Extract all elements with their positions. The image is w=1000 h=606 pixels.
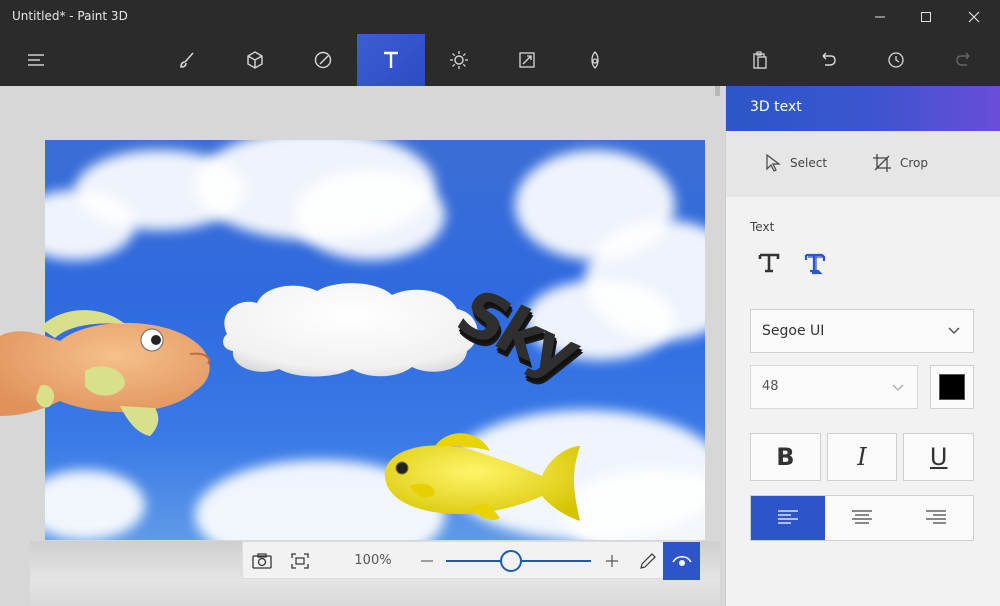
window-title: Untitled* - Paint 3D — [12, 9, 128, 23]
font-family-dropdown[interactable]: Segoe UI — [750, 309, 974, 353]
zoom-slider-remaining[interactable] — [511, 560, 591, 562]
fit-to-screen-button[interactable] — [281, 542, 319, 580]
2d-text-button[interactable] — [754, 248, 784, 278]
chevron-down-icon — [892, 384, 904, 391]
align-center-icon — [852, 510, 872, 524]
plus-icon — [606, 555, 618, 567]
tab-text[interactable] — [357, 34, 425, 86]
3d-cloud-object[interactable] — [217, 279, 482, 379]
eye-icon — [671, 556, 692, 566]
view-3d-button[interactable] — [663, 542, 700, 580]
camera-icon — [252, 553, 272, 569]
paste-button[interactable] — [726, 34, 794, 86]
pen-input-button[interactable] — [629, 542, 667, 580]
zoom-bar: 100% — [242, 541, 700, 580]
format-buttons: B I U — [750, 433, 975, 481]
crop-label: Crop — [900, 156, 929, 170]
orange-fish-object[interactable] — [0, 306, 220, 446]
tab-effects[interactable] — [425, 34, 493, 86]
text-icon — [384, 51, 398, 68]
undo-icon — [822, 52, 836, 66]
select-button[interactable]: Select — [764, 153, 827, 173]
3d-text-panel: 3D text Select Crop Text Segoe UI 48 B I… — [725, 86, 1000, 606]
underline-button[interactable]: U — [903, 433, 975, 481]
close-icon — [968, 11, 980, 23]
align-right-icon — [926, 510, 946, 524]
3d-library-icon — [591, 51, 599, 69]
cube-icon — [247, 51, 263, 69]
panel-header: 3D text — [726, 86, 1000, 131]
history-button[interactable] — [862, 34, 930, 86]
redo-button[interactable] — [930, 34, 998, 86]
tab-stickers[interactable] — [289, 34, 357, 86]
cursor-icon — [766, 153, 781, 172]
text-section-label: Text — [750, 220, 775, 234]
clipboard-icon — [753, 51, 767, 69]
zoom-percent: 100% — [354, 553, 392, 568]
zoom-slider-thumb[interactable] — [500, 550, 523, 572]
tab-3d-library[interactable] — [561, 34, 629, 86]
history-icon — [888, 52, 904, 68]
minimize-button[interactable] — [857, 0, 903, 34]
minimize-icon — [875, 16, 885, 18]
tab-canvas[interactable] — [493, 34, 561, 86]
italic-button[interactable]: I — [826, 433, 898, 481]
redo-icon — [956, 52, 970, 66]
zoom-in-button[interactable] — [593, 542, 631, 580]
bold-button[interactable]: B — [750, 433, 821, 481]
pen-icon — [640, 553, 656, 569]
close-button[interactable] — [951, 0, 997, 34]
sun-icon — [450, 51, 468, 69]
font-size-value: 48 — [762, 379, 779, 394]
text-color-picker[interactable] — [930, 365, 974, 409]
3d-text-button[interactable] — [800, 248, 830, 278]
tab-brushes[interactable] — [153, 34, 221, 86]
2d-text-icon — [758, 253, 780, 273]
menu-button[interactable] — [2, 34, 70, 86]
tab-3d-objects[interactable] — [221, 34, 289, 86]
crop-icon — [873, 154, 891, 172]
align-right-button[interactable] — [899, 496, 973, 540]
alignment-buttons — [750, 495, 974, 541]
sticker-icon — [314, 51, 332, 69]
crop-button[interactable]: Crop — [872, 153, 928, 173]
brush-icon — [180, 52, 194, 68]
align-left-button[interactable] — [751, 496, 825, 540]
screenshot-button[interactable] — [243, 542, 281, 580]
zoom-out-button[interactable] — [408, 542, 446, 580]
fit-screen-icon — [291, 553, 309, 569]
align-center-button[interactable] — [825, 496, 899, 540]
vertical-scrollbar[interactable] — [715, 86, 720, 96]
canvas-workspace[interactable]: Sky — [0, 86, 725, 606]
maximize-icon — [921, 12, 931, 22]
font-family-value: Segoe UI — [762, 323, 825, 339]
select-label: Select — [790, 156, 828, 170]
panel-title: 3D text — [750, 99, 802, 115]
3d-text-icon — [804, 253, 826, 275]
undo-button[interactable] — [794, 34, 862, 86]
text-color-swatch — [939, 374, 965, 400]
font-size-dropdown[interactable]: 48 — [750, 365, 918, 409]
hamburger-icon — [28, 54, 44, 66]
resize-canvas-icon — [519, 52, 535, 68]
yellow-fish-object[interactable] — [380, 426, 590, 526]
chevron-down-icon — [948, 327, 960, 334]
selection-tools: Select Crop — [726, 131, 1000, 197]
minus-icon — [421, 560, 433, 562]
title-bar: Untitled* - Paint 3D — [0, 0, 1000, 34]
main-toolbar — [0, 34, 1000, 86]
align-left-icon — [778, 510, 798, 524]
maximize-button[interactable] — [903, 0, 949, 34]
